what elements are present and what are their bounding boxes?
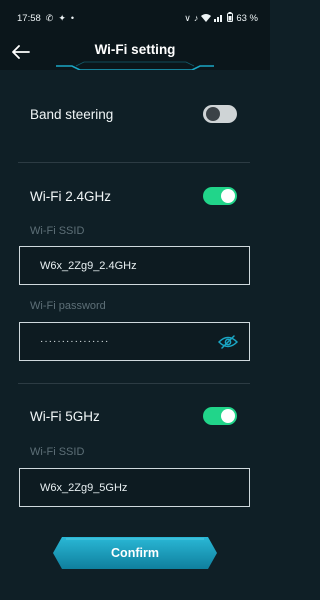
wifi-5-label: Wi-Fi 5GHz: [30, 408, 100, 424]
band-steering-row: Band steering: [0, 104, 270, 124]
toggle-knob: [206, 107, 220, 121]
nfc-icon: ∨: [184, 12, 191, 23]
wifi-24-ssid-input[interactable]: W6x_2Zg9_2.4GHz: [19, 246, 250, 285]
wifi-24-password-value: ················: [40, 336, 110, 347]
divider: [18, 383, 250, 384]
password-visibility-toggle[interactable]: [217, 333, 239, 351]
wifi-5-ssid-value: W6x_2Zg9_5GHz: [40, 481, 128, 494]
mute-icon: ♪: [193, 12, 199, 23]
status-left: 17:58 ✆ ✦ •: [17, 13, 74, 24]
whatsapp-icon: ✆: [45, 12, 54, 23]
status-bar: 17:58 ✆ ✦ • ∨ ♪ 63 %: [0, 0, 270, 36]
header: Wi-Fi setting: [0, 36, 270, 70]
app-notification-icon: ✦: [58, 12, 66, 23]
toggle-knob: [221, 189, 235, 203]
band-steering-toggle[interactable]: [203, 105, 237, 123]
wifi-5-ssid-input[interactable]: W6x_2Zg9_5GHz: [19, 468, 250, 507]
status-time: 17:58: [17, 12, 41, 24]
status-right: ∨ ♪ 63 %: [184, 12, 258, 24]
signal-icon: [214, 13, 224, 24]
dot-icon: •: [70, 12, 75, 23]
wifi-icon: [201, 13, 212, 24]
wifi-5-ssid-label: Wi-Fi SSID: [30, 446, 85, 458]
band-steering-label: Band steering: [30, 106, 114, 122]
confirm-button[interactable]: Confirm: [52, 536, 218, 570]
wifi-24-password-input[interactable]: ················: [19, 322, 250, 361]
divider: [18, 162, 250, 163]
confirm-label: Confirm: [111, 546, 159, 560]
wifi-24-row: Wi-Fi 2.4GHz: [0, 186, 270, 206]
wifi-24-ssid-value: W6x_2Zg9_2.4GHz: [40, 259, 137, 272]
page-title: Wi-Fi setting: [94, 42, 176, 57]
eye-off-icon: [218, 334, 238, 349]
battery-percentage: 63 %: [236, 12, 258, 24]
wifi-24-label: Wi-Fi 2.4GHz: [30, 188, 111, 204]
wifi-24-password-label: Wi-Fi password: [30, 300, 106, 312]
battery-icon: [227, 12, 234, 24]
toggle-knob: [221, 409, 235, 423]
wifi-24-toggle[interactable]: [203, 187, 237, 205]
wifi-5-row: Wi-Fi 5GHz: [0, 406, 270, 426]
wifi-5-toggle[interactable]: [203, 407, 237, 425]
wifi-24-ssid-label: Wi-Fi SSID: [30, 225, 85, 237]
